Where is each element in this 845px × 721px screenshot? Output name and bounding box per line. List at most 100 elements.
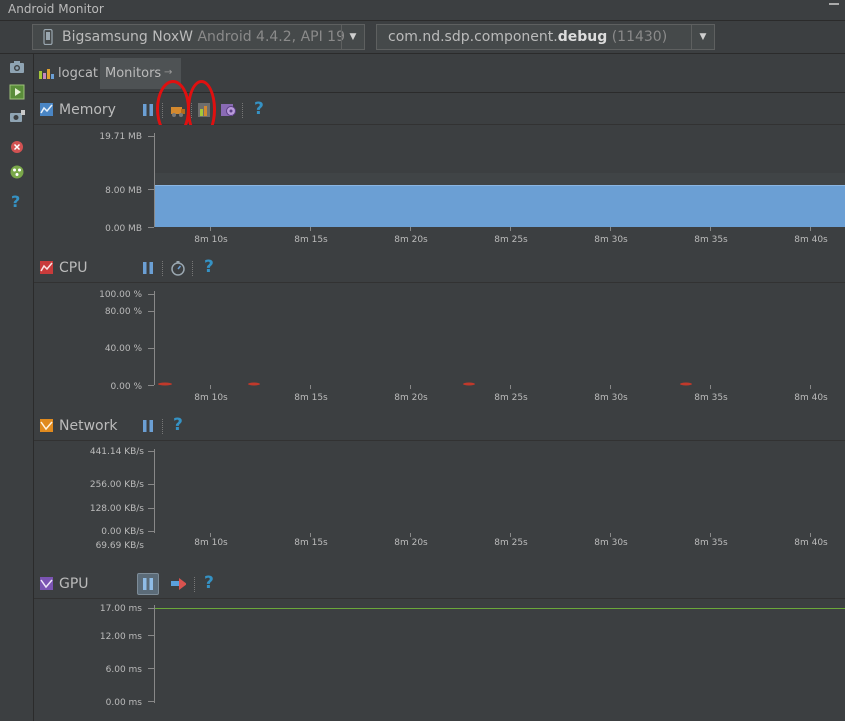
x-axis-label: 8m 25s [494, 538, 528, 548]
x-axis-label: 8m 30s [594, 393, 628, 403]
x-axis-label: 8m 35s [694, 235, 728, 245]
layout-inspector-icon[interactable] [9, 164, 25, 180]
x-axis-label: 8m 10s [194, 393, 228, 403]
system-information-icon[interactable] [9, 109, 25, 125]
window-titlebar: Android Monitor [0, 0, 845, 21]
network-monitor-header: Network ? [34, 413, 845, 441]
y-axis-label: 0.00 MB [105, 224, 142, 234]
monitor-title: Network [59, 418, 118, 434]
chevron-down-icon[interactable]: ▼ [691, 25, 714, 49]
network-graph: 441.14 KB/s 256.00 KB/s 128.00 KB/s 0.00… [34, 441, 845, 571]
memory-graph: 19.71 MB 8.00 MB 0.00 MB 8m 10s 8m 15s 8… [34, 125, 845, 255]
y-axis-label: 0.00 KB/s [101, 527, 144, 537]
android-logcat-icon [39, 69, 54, 79]
device-name: Bigsamsung NoxW [62, 29, 194, 45]
x-axis-label: 8m 30s [594, 235, 628, 245]
memory-monitor-icon [40, 103, 53, 116]
device-label: Bigsamsung NoxW Android 4.4.2, API 19 [62, 25, 345, 49]
x-axis-label: 8m 20s [394, 393, 428, 403]
toolbar-separator [192, 261, 194, 276]
y-axis-label: 0.00 % [111, 382, 143, 392]
screen-record-icon[interactable] [9, 84, 25, 100]
x-axis-label: 8m 15s [294, 235, 328, 245]
toolbar-separator [162, 419, 164, 434]
x-axis-label: 8m 40s [794, 393, 828, 403]
phone-icon [43, 29, 53, 45]
cpu-usage-marks [158, 382, 692, 386]
help-icon[interactable]: ? [11, 192, 20, 211]
cpu-monitor-header: CPU ? [34, 255, 845, 283]
y-axis-label: 12.00 ms [100, 632, 142, 642]
pause-icon[interactable] [140, 260, 156, 276]
pause-icon[interactable] [140, 418, 156, 434]
x-axis-label: 8m 35s [694, 393, 728, 403]
pause-button[interactable] [137, 573, 159, 595]
memory-allocated-band [154, 173, 845, 185]
x-axis-label: 8m 15s [294, 393, 328, 403]
tool-tabs: logcat Monitors → [34, 54, 845, 93]
y-axis-label: 0.00 ms [106, 698, 143, 708]
gpu-graph: 17.00 ms 12.00 ms 6.00 ms 0.00 ms [34, 599, 845, 721]
process-combo[interactable]: com.nd.sdp.component.debug (11430) ▼ [376, 24, 715, 50]
toolbar-separator [194, 577, 196, 592]
cpu-chart: 100.00 % 80.00 % 40.00 % 0.00 % 8m 10s 8… [99, 290, 828, 403]
tab-logcat[interactable]: logcat [37, 58, 99, 89]
y-axis-label: 40.00 % [105, 344, 143, 354]
process-prefix: com.nd.sdp.component. [388, 29, 558, 45]
x-axis-label: 8m 40s [794, 538, 828, 548]
gpu-monitor-icon [40, 577, 53, 590]
y-axis-label: 19.71 MB [99, 132, 142, 142]
y-axis-label: 128.00 KB/s [90, 504, 144, 514]
tab-label: logcat [58, 66, 99, 81]
x-axis-label: 8m 35s [694, 538, 728, 548]
x-axis-label: 8m 20s [394, 538, 428, 548]
process-label: com.nd.sdp.component.debug (11430) [388, 25, 667, 49]
device-detail: Android 4.4.2, API 19 [197, 29, 345, 45]
x-axis-label: 8m 20s [394, 235, 428, 245]
memory-chart: 19.71 MB 8.00 MB 0.00 MB 8m 10s 8m 15s 8… [99, 125, 845, 245]
network-chart: 441.14 KB/s 256.00 KB/s 128.00 KB/s 0.00… [90, 447, 828, 551]
x-axis-label: 8m 25s [494, 235, 528, 245]
minimize-icon[interactable] [829, 3, 839, 5]
gpu-chart: 17.00 ms 12.00 ms 6.00 ms 0.00 ms [100, 604, 845, 708]
y-axis-label: 8.00 MB [105, 186, 142, 196]
device-combo[interactable]: Bigsamsung NoxW Android 4.4.2, API 19 ▼ [32, 24, 365, 50]
help-icon[interactable]: ? [204, 257, 214, 277]
cpu-graph: 100.00 % 80.00 % 40.00 % 0.00 % 8m 10s 8… [34, 283, 845, 413]
camera-icon[interactable] [9, 59, 25, 75]
toolbar-separator [242, 103, 244, 118]
terminate-app-icon[interactable] [9, 139, 25, 155]
y-axis-label: 441.14 KB/s [90, 447, 144, 457]
x-axis-label: 8m 30s [594, 538, 628, 548]
y-axis-label: 256.00 KB/s [90, 480, 144, 490]
gpu-monitor-header: GPU ? [34, 571, 845, 599]
cpu-monitor-icon [40, 261, 53, 274]
x-axis-label: 8m 10s [194, 235, 228, 245]
pause-icon[interactable] [140, 102, 156, 118]
gpu-trace-icon[interactable] [170, 576, 186, 592]
window-title: Android Monitor [8, 2, 104, 16]
start-method-tracing-icon[interactable] [170, 260, 186, 276]
network-monitor-icon [40, 419, 53, 432]
x-axis-label: 8m 40s [794, 235, 828, 245]
monitor-title: Memory [59, 102, 116, 118]
tab-label: Monitors [105, 66, 162, 81]
process-pid: (11430) [611, 29, 668, 45]
monitor-title: GPU [59, 576, 89, 592]
chevron-down-icon[interactable]: ▼ [341, 25, 364, 49]
x-axis-label: 8m 10s [194, 538, 228, 548]
selector-bar: Bigsamsung NoxW Android 4.4.2, API 19 ▼ … [0, 21, 845, 54]
toolbar-separator [162, 261, 164, 276]
allocation-tracking-icon[interactable] [220, 102, 236, 118]
help-icon[interactable]: ? [173, 415, 183, 435]
y-axis-label: 17.00 ms [100, 604, 142, 614]
memory-used-area [154, 185, 845, 227]
y-axis-label: 80.00 % [105, 307, 143, 317]
monitor-title: CPU [59, 260, 88, 276]
help-icon[interactable]: ? [254, 99, 264, 119]
left-toolbar: ? [0, 54, 34, 721]
process-bold: debug [557, 29, 608, 45]
y-axis-label: 69.69 KB/s [96, 541, 145, 551]
help-icon[interactable]: ? [204, 573, 214, 593]
x-axis-label: 8m 25s [494, 393, 528, 403]
